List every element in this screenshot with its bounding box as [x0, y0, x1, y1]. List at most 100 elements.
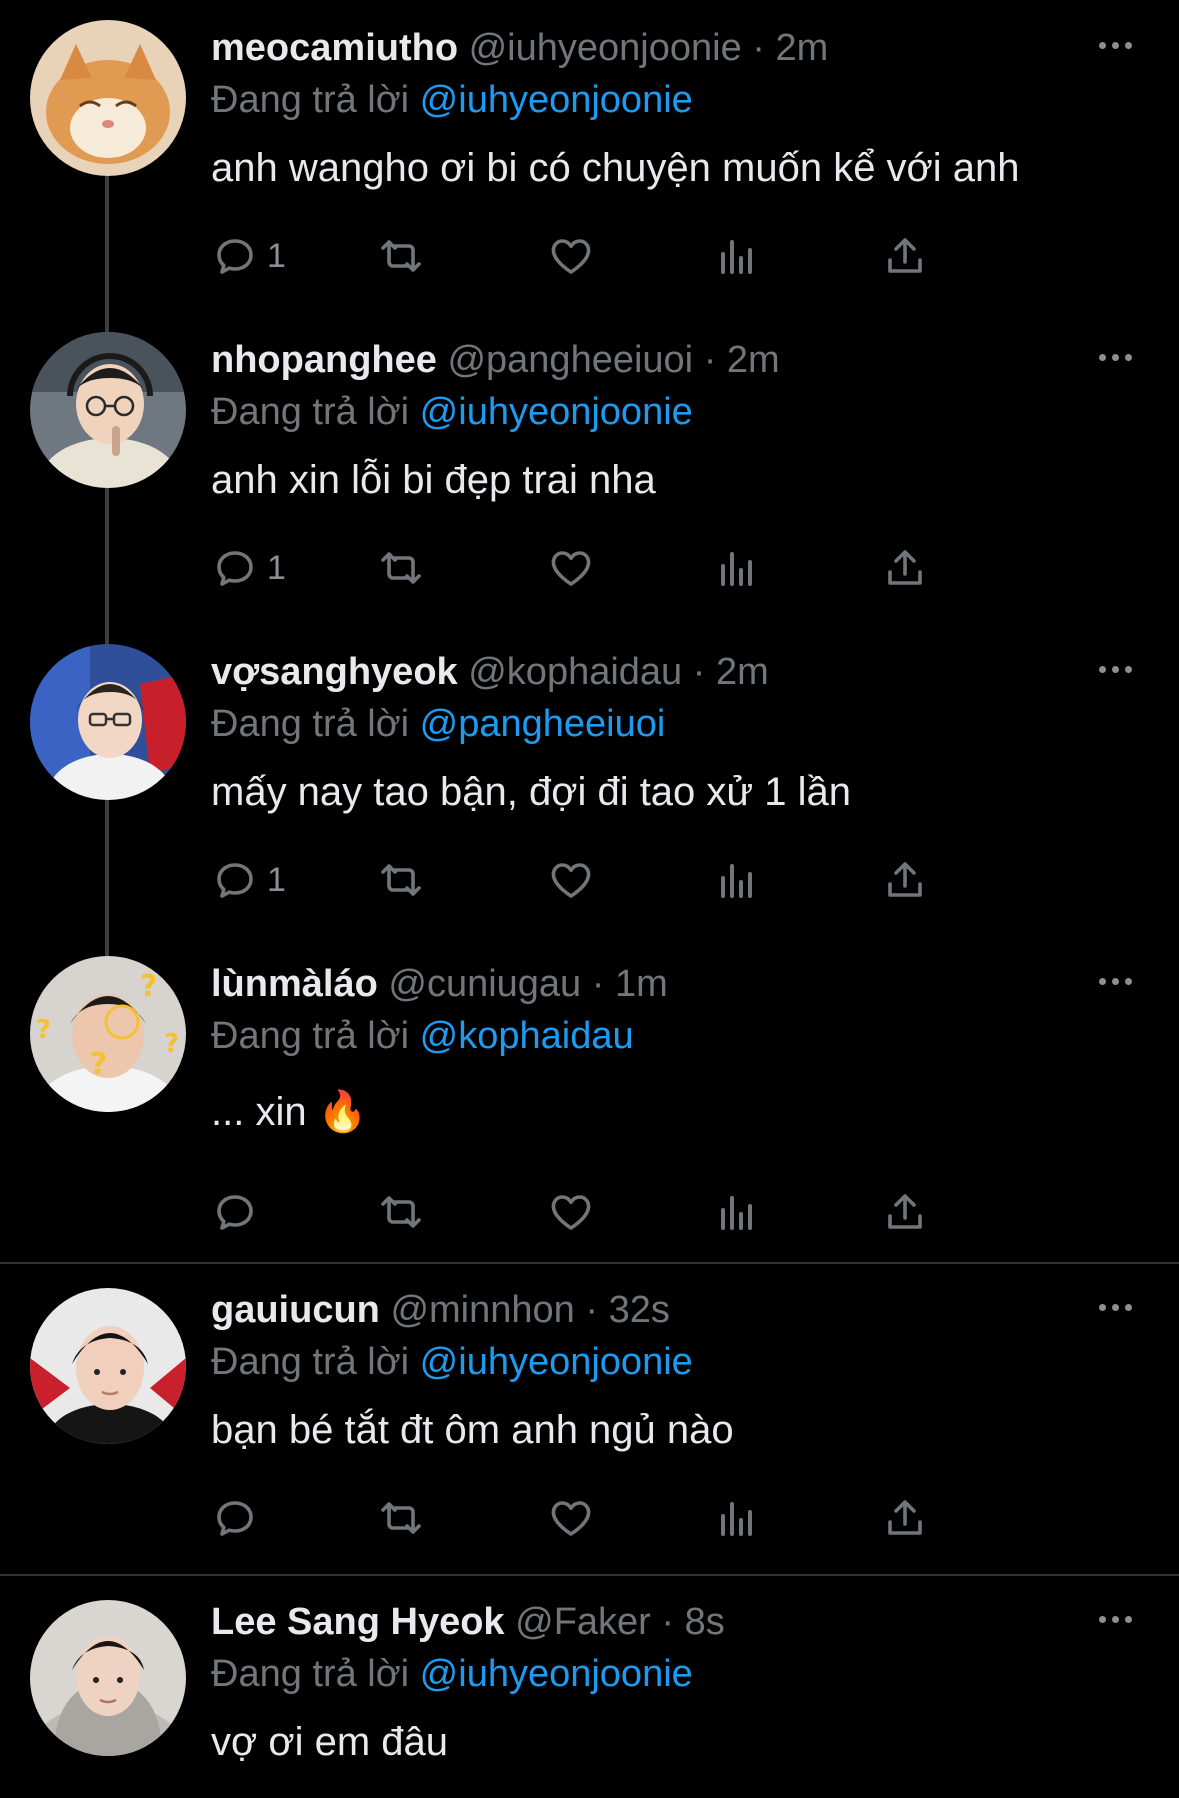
avatar[interactable] [30, 332, 186, 488]
tweet-header: lùnmàláo @cuniugau · 1m [211, 958, 668, 1010]
tweet[interactable]: Lee Sang Hyeok @Faker · 8s Đang trả lời … [0, 1578, 1179, 1798]
action-bar: 1 [211, 538, 1091, 598]
display-name[interactable]: nhopanghee [211, 339, 437, 381]
separator-dot: · [585, 1289, 599, 1331]
more-options-icon[interactable] [1095, 24, 1135, 72]
replying-to: Đang trả lời @kophaidau [211, 1010, 634, 1062]
timestamp[interactable]: 8s [685, 1601, 725, 1643]
share-button[interactable] [881, 1182, 929, 1242]
display-name[interactable]: Lee Sang Hyeok [211, 1601, 505, 1643]
more-options-icon[interactable] [1095, 1286, 1135, 1334]
more-options-icon[interactable] [1095, 960, 1135, 1008]
reply-prefix: Đang trả lời [211, 79, 410, 121]
display-name[interactable]: lùnmàláo [211, 963, 378, 1005]
like-button[interactable] [547, 1488, 595, 1548]
share-button[interactable] [881, 850, 929, 910]
analytics-icon [721, 240, 752, 274]
more-options-icon[interactable] [1095, 336, 1135, 384]
reply-icon [217, 1501, 253, 1536]
views-button[interactable] [713, 850, 761, 910]
reply-mention-link[interactable]: @iuhyeonjoonie [420, 79, 693, 121]
tweet[interactable]: nhopanghee @pangheeiuoi · 2m Đang trả lờ… [0, 312, 1179, 624]
reply-button[interactable] [211, 1488, 267, 1548]
avatar-image [30, 20, 186, 176]
separator-dot: · [752, 27, 765, 69]
action-bar: 1 [211, 226, 1091, 286]
user-handle[interactable]: @pangheeiuoi [447, 339, 693, 381]
action-bar [211, 1182, 1091, 1242]
like-button[interactable] [547, 1182, 595, 1242]
reply-mention-link[interactable]: @iuhyeonjoonie [420, 1653, 693, 1695]
avatar[interactable] [30, 20, 186, 176]
reply-button[interactable]: 1 [211, 538, 286, 598]
avatar[interactable] [30, 1600, 186, 1756]
share-icon [888, 1500, 922, 1535]
reply-prefix: Đang trả lời [211, 703, 410, 745]
retweet-button[interactable] [377, 850, 425, 910]
svg-text:?: ? [90, 1047, 107, 1082]
user-handle[interactable]: @minnhon [390, 1289, 574, 1331]
retweet-button[interactable] [377, 226, 425, 286]
reply-icon [217, 1195, 253, 1230]
tweet-header: gauiucun @minnhon · 32s [211, 1284, 670, 1336]
separator-dot: · [692, 651, 706, 693]
share-button[interactable] [881, 226, 929, 286]
user-handle[interactable]: @kophaidau [468, 651, 682, 693]
user-handle[interactable]: @cuniugau [388, 963, 581, 1005]
like-button[interactable] [547, 538, 595, 598]
more-options-icon[interactable] [1095, 1598, 1135, 1646]
tweet[interactable]: vợsanghyeok @kophaidau · 2m Đang trả lời… [0, 624, 1179, 936]
avatar-image [30, 332, 186, 488]
display-name[interactable]: vợsanghyeok [211, 651, 458, 693]
avatar[interactable] [30, 644, 186, 800]
reply-mention-link[interactable]: @iuhyeonjoonie [420, 1341, 693, 1383]
share-button[interactable] [881, 1488, 929, 1548]
reply-button[interactable]: 1 [211, 226, 286, 286]
views-button[interactable] [713, 226, 761, 286]
share-icon [888, 550, 922, 585]
share-icon [888, 862, 922, 897]
like-button[interactable] [547, 226, 595, 286]
reply-prefix: Đang trả lời [211, 1653, 410, 1695]
tweet-text: ... xin 🔥 [211, 1090, 368, 1134]
retweet-icon [381, 1502, 421, 1534]
tweet[interactable]: ? ? ? ? lùnmàláo @cuniugau · 1m Đang trả… [0, 936, 1179, 1262]
user-handle[interactable]: @Faker [515, 1601, 651, 1643]
retweet-button[interactable] [377, 538, 425, 598]
display-name[interactable]: meocamiutho [211, 27, 458, 69]
retweet-button[interactable] [377, 1488, 425, 1548]
timestamp[interactable]: 2m [727, 339, 780, 381]
avatar[interactable]: ? ? ? ? [30, 956, 186, 1112]
views-button[interactable] [713, 538, 761, 598]
reply-prefix: Đang trả lời [211, 1341, 410, 1383]
tweet[interactable]: gauiucun @minnhon · 32s Đang trả lời @iu… [0, 1266, 1179, 1574]
reply-mention-link[interactable]: @pangheeiuoi [420, 703, 666, 745]
like-button[interactable] [547, 850, 595, 910]
timestamp[interactable]: 2m [776, 27, 829, 69]
action-bar [211, 1488, 1091, 1548]
share-icon [888, 238, 922, 273]
retweet-button[interactable] [377, 1182, 425, 1242]
retweet-icon [381, 864, 421, 896]
reply-button[interactable]: 1 [211, 850, 286, 910]
reply-button[interactable] [211, 1182, 267, 1242]
avatar-image [30, 644, 186, 800]
svg-text:?: ? [36, 1015, 51, 1045]
reply-mention-link[interactable]: @kophaidau [420, 1015, 634, 1057]
tweet[interactable]: meocamiutho @iuhyeonjoonie · 2m Đang trả… [0, 0, 1179, 312]
avatar[interactable] [30, 1288, 186, 1444]
display-name[interactable]: gauiucun [211, 1289, 380, 1331]
timestamp[interactable]: 1m [615, 963, 668, 1005]
avatar-image [30, 1600, 186, 1756]
timestamp[interactable]: 2m [716, 651, 769, 693]
views-button[interactable] [713, 1182, 761, 1242]
views-button[interactable] [713, 1488, 761, 1548]
replying-to: Đang trả lời @iuhyeonjoonie [211, 386, 693, 438]
timestamp[interactable]: 32s [609, 1289, 670, 1331]
analytics-icon [721, 1502, 752, 1536]
more-options-icon[interactable] [1095, 648, 1135, 696]
share-button[interactable] [881, 538, 929, 598]
reply-mention-link[interactable]: @iuhyeonjoonie [420, 391, 693, 433]
user-handle[interactable]: @iuhyeonjoonie [469, 27, 742, 69]
action-bar: 1 [211, 850, 1091, 910]
